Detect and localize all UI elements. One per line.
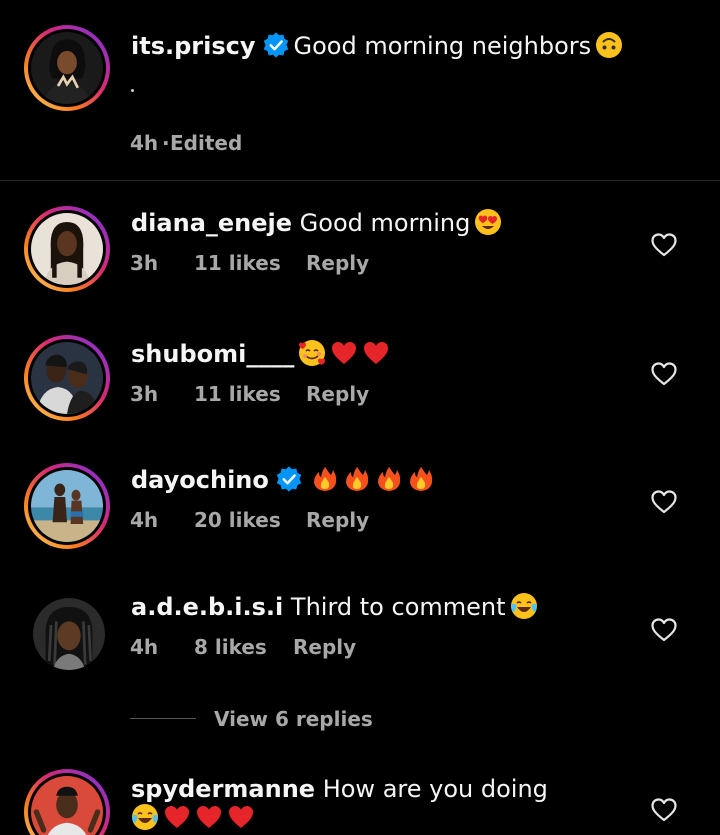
caption-divider (0, 180, 720, 181)
avatar-photo (33, 598, 105, 670)
comment-avatar[interactable] (24, 206, 110, 292)
comment-time: 3h (130, 251, 159, 275)
comment-avatar[interactable] (24, 335, 110, 421)
red-heart-icon (227, 803, 255, 835)
comment-username[interactable]: diana_eneje (131, 209, 292, 237)
comment-text: How are you doing (322, 775, 548, 803)
post-author-avatar[interactable] (24, 25, 110, 111)
comment-text: Good morning (299, 209, 471, 237)
comment-likes[interactable]: 20 likes (194, 508, 281, 532)
like-heart-icon[interactable] (651, 490, 677, 514)
comment-text-line: a.d.e.b.i.s.i Third to comment (131, 592, 538, 627)
verified-badge-icon (275, 465, 303, 500)
smiling-face-with-hearts-icon (298, 339, 326, 374)
comment-text-line: dayochino (131, 465, 435, 500)
comment-text-line: spydermanne How are you doing (131, 774, 548, 804)
reply-button[interactable]: Reply (293, 635, 356, 659)
tears-of-joy-icon (131, 803, 159, 835)
like-heart-icon[interactable] (651, 618, 677, 642)
like-heart-icon[interactable] (651, 233, 677, 257)
comment-time: 3h (130, 382, 159, 406)
comments-screen: its.priscy Good morning neighbors 4h · Ed… (0, 0, 720, 835)
fire-icon (375, 465, 403, 500)
comment-time: 4h (130, 635, 159, 659)
red-heart-icon (195, 803, 223, 835)
red-heart-icon (163, 803, 191, 835)
avatar-photo (31, 213, 103, 285)
avatar-photo (31, 342, 103, 414)
red-heart-icon (362, 339, 390, 374)
post-caption-text: Good morning neighbors (293, 32, 592, 60)
comment-likes[interactable]: 11 likes (194, 382, 281, 406)
avatar-photo (31, 32, 103, 104)
comment-username[interactable]: shubomi____ (131, 340, 294, 368)
red-heart-icon (330, 339, 358, 374)
comment-avatar[interactable] (24, 769, 110, 835)
comment-emoji-line (127, 803, 255, 835)
comment-time: 4h (130, 508, 159, 532)
comment-text-line: diana_eneje Good morning (131, 208, 502, 243)
verified-badge-icon (262, 31, 290, 66)
comment-username[interactable]: a.d.e.b.i.s.i (131, 593, 283, 621)
post-caption-line: its.priscy Good morning neighbors (131, 31, 623, 66)
post-edited-label: Edited (170, 131, 243, 155)
reply-button[interactable]: Reply (306, 382, 369, 406)
comment-text: Third to comment (290, 593, 506, 621)
reply-button[interactable]: Reply (306, 251, 369, 275)
comment-text-line: shubomi____ (131, 339, 390, 374)
view-replies-button[interactable]: View 6 replies (214, 707, 373, 731)
post-time: 4h (130, 131, 159, 155)
comment-avatar[interactable] (33, 598, 105, 670)
comment-username[interactable]: dayochino (131, 466, 269, 494)
reply-button[interactable]: Reply (306, 508, 369, 532)
upside-down-face-icon (595, 31, 623, 66)
like-heart-icon[interactable] (651, 798, 677, 822)
avatar-photo (31, 776, 103, 835)
tears-of-joy-icon (510, 592, 538, 627)
comment-username[interactable]: spydermanne (131, 775, 315, 803)
comment-likes[interactable]: 11 likes (194, 251, 281, 275)
comment-likes[interactable]: 8 likes (194, 635, 267, 659)
fire-icon (407, 465, 435, 500)
fire-icon (343, 465, 371, 500)
post-author-username[interactable]: its.priscy (131, 32, 256, 60)
like-heart-icon[interactable] (651, 362, 677, 386)
fire-icon (311, 465, 339, 500)
comment-avatar[interactable] (24, 463, 110, 549)
post-separator: · (162, 131, 170, 155)
replies-divider-line (130, 718, 196, 719)
caption-dot (131, 89, 134, 92)
heart-eyes-icon (474, 208, 502, 243)
avatar-photo (31, 470, 103, 542)
